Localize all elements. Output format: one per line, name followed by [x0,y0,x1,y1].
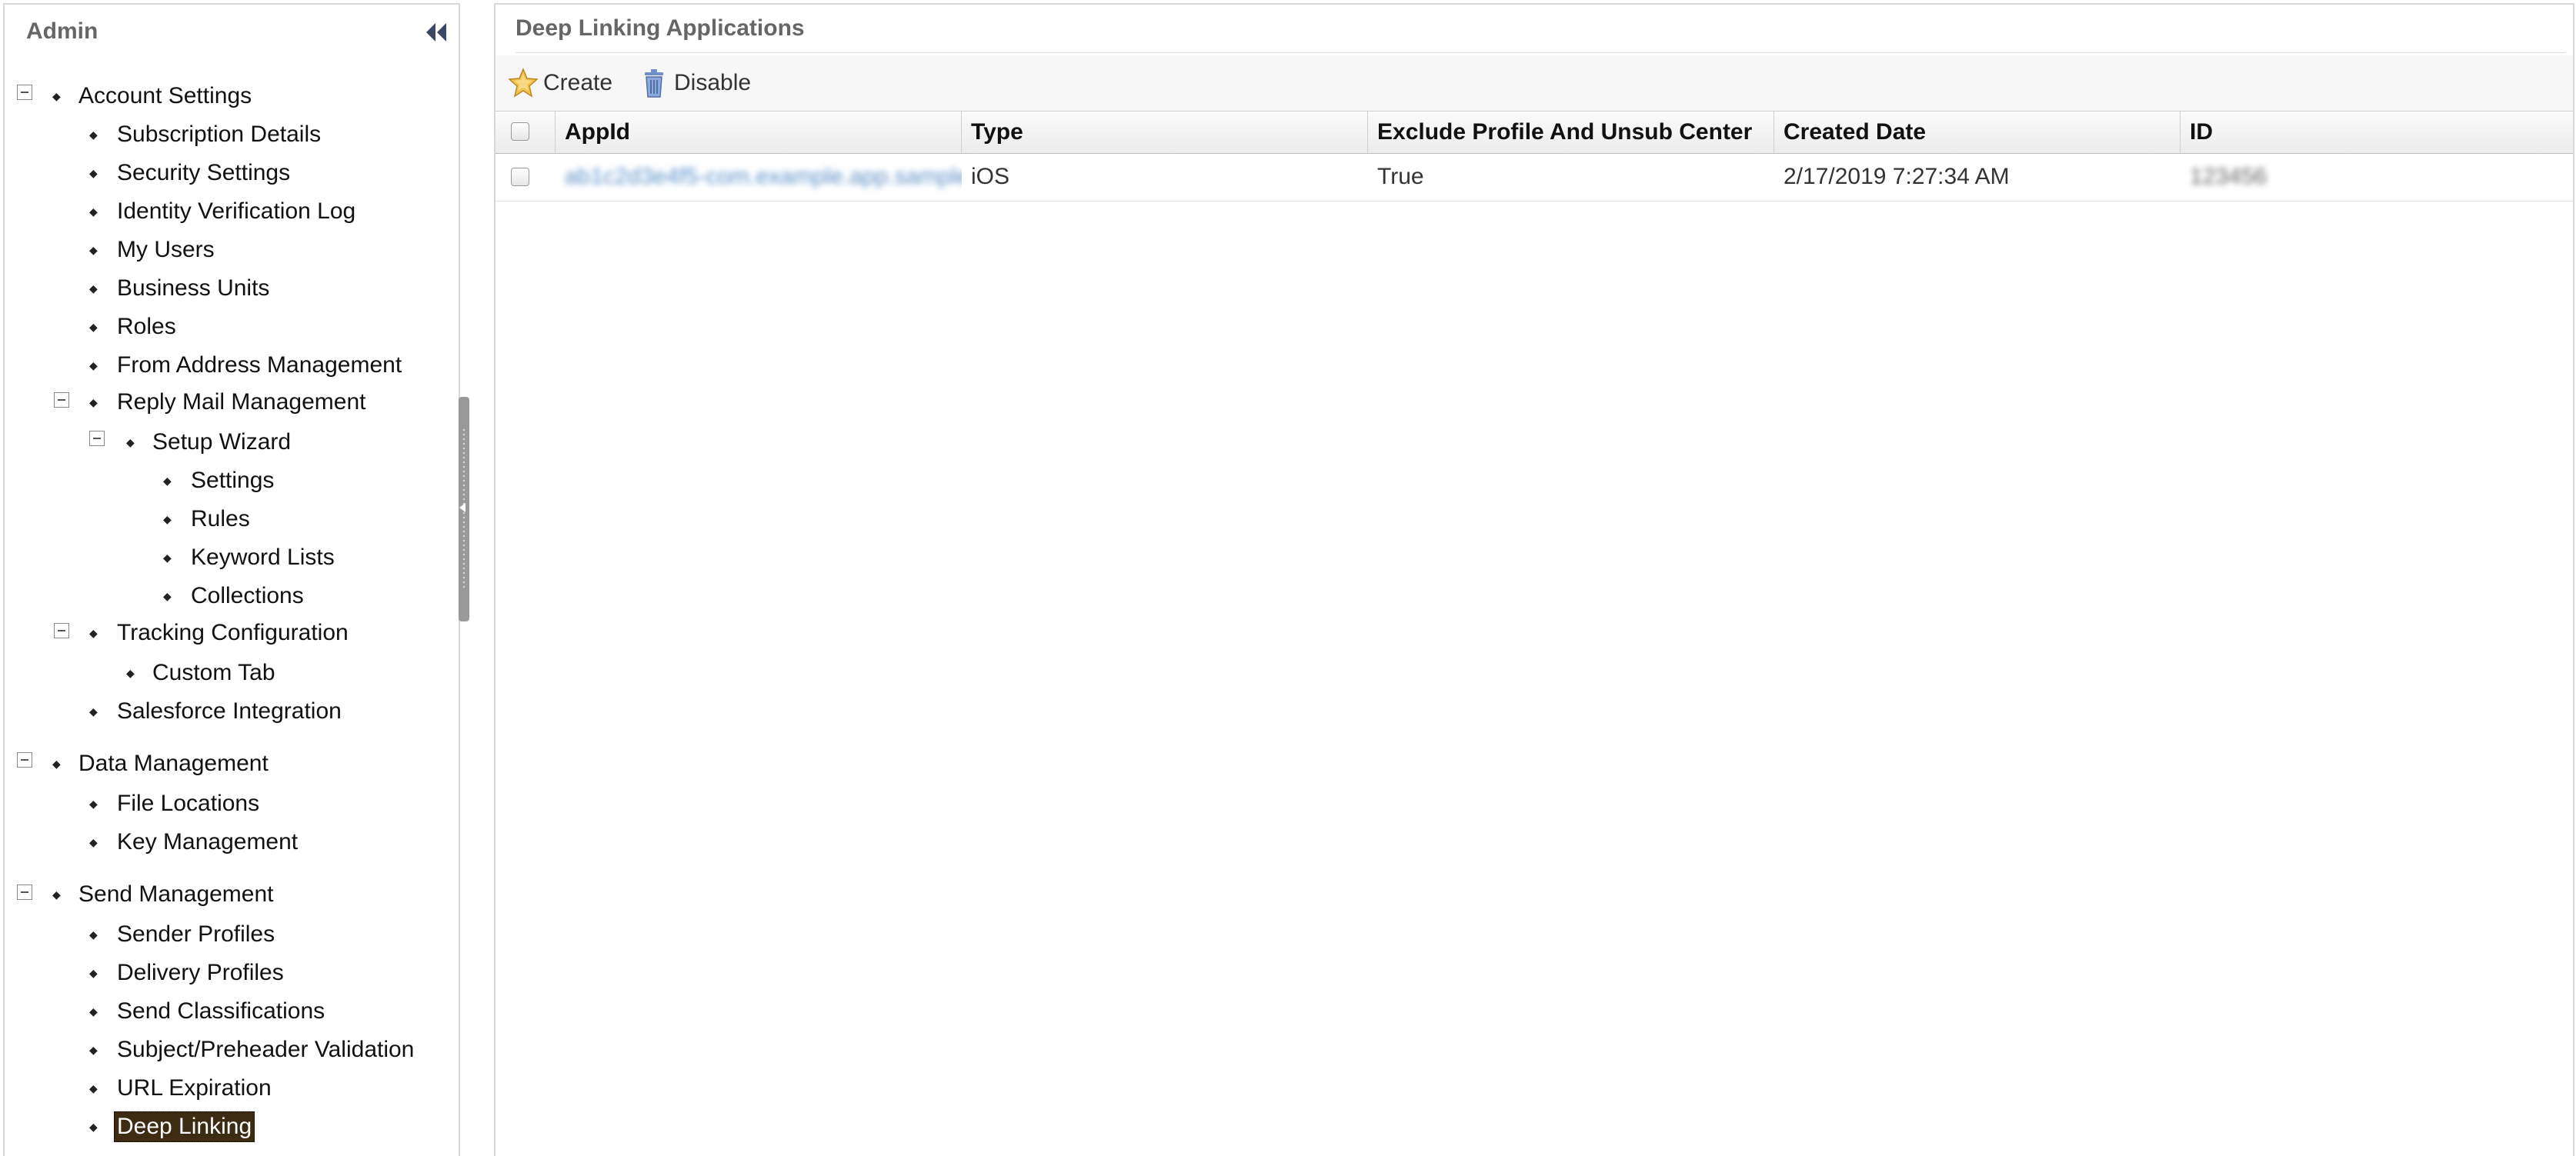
tree-item-label: Business Units [117,275,270,301]
collapse-sidebar-icon[interactable] [422,18,449,46]
tree-item-data-management[interactable]: ◆ Data Management [52,745,269,783]
tree-item-send-classifications[interactable]: ◆ Send Classifications [89,992,325,1031]
tree-item-label: Account Settings [78,83,252,108]
row-checkbox[interactable] [511,168,529,186]
tree-item-subject-preheader-validation[interactable]: ◆ Subject/Preheader Validation [89,1031,414,1069]
page-title: Deep Linking Applications [516,15,805,41]
trash-icon [645,69,663,98]
tree-item-label: Data Management [78,751,269,776]
tree-item-label: Send Classifications [117,998,325,1024]
tree-item-subscription-details[interactable]: ◆ Subscription Details [89,115,321,154]
tree-item-label: Key Management [117,829,299,855]
tree-item-label: Security Settings [117,160,291,185]
tree-item-label: Roles [117,314,176,339]
data-management-collapse-toggle[interactable] [17,752,32,768]
create-button[interactable]: Create [508,66,623,100]
row-select-cell [496,154,556,200]
tree-item-settings[interactable]: ◆ Settings [163,461,274,500]
tree-item-label: Rules [191,506,250,531]
title-divider [516,52,2565,53]
tree-item-delivery-profiles[interactable]: ◆ Delivery Profiles [89,954,284,992]
tree-item-label: Reply Mail Management [117,389,366,415]
tree-item-url-expiration[interactable]: ◆ URL Expiration [89,1069,272,1108]
tree-item-label: Settings [191,468,275,493]
tree-item-identity-verification-log[interactable]: ◆ Identity Verification Log [89,192,355,231]
cell-type: iOS [971,164,1010,189]
column-header-exclude-profile[interactable]: Exclude Profile And Unsub Center [1368,112,1774,153]
create-button-label: Create [543,70,613,95]
send-management-collapse-toggle[interactable] [17,884,32,900]
tree-item-sender-profiles[interactable]: ◆ Sender Profiles [89,915,275,954]
tree-item-label: Identity Verification Log [117,198,356,224]
tree-item-label: Tracking Configuration [117,620,349,645]
tree-item-keyword-lists[interactable]: ◆ Keyword Lists [163,538,335,577]
tree-item-file-locations[interactable]: ◆ File Locations [89,785,259,823]
splitter-collapse-arrow-icon [459,503,465,512]
account-settings-collapse-toggle[interactable] [17,85,32,100]
id-value: 123456 [2190,164,2267,189]
toolbar: Create Disable [496,55,2573,111]
tree-item-send-management[interactable]: ◆ Send Management [52,875,274,914]
tree-item-label-selected: Deep Linking [114,1111,255,1142]
cell-appid[interactable]: ab1c2d3e4f5-com.example.app.sample [556,154,962,200]
tree-item-label: My Users [117,237,215,262]
tree-item-from-address-management[interactable]: ◆ From Address Management [89,346,402,385]
tree-item-salesforce-integration[interactable]: ◆ Salesforce Integration [89,692,342,731]
main-panel: Deep Linking Applications Create Disable [494,3,2574,1156]
disable-button[interactable]: Disable [639,66,762,100]
tree-item-label: Setup Wizard [152,429,292,455]
column-header-id[interactable]: ID [2181,112,2571,153]
tree-item-label: Salesforce Integration [117,698,342,724]
tree-item-label: Sender Profiles [117,921,275,947]
tree-item-label: File Locations [117,791,260,816]
tree-item-label: Collections [191,583,304,608]
create-star-icon [508,68,539,98]
tree-item-label: Subscription Details [117,122,322,147]
tree-item-custom-tab[interactable]: ◆ Custom Tab [126,654,275,692]
tree-item-label: From Address Management [117,352,402,378]
tree-item-rules[interactable]: ◆ Rules [163,500,250,538]
tree-item-reply-mail-management[interactable]: ◆ Reply Mail Management [89,383,365,421]
tree-item-key-management[interactable]: ◆ Key Management [89,823,298,861]
setup-wizard-collapse-toggle[interactable] [89,431,105,446]
tree-item-label: URL Expiration [117,1075,272,1101]
sidebar-header: Admin [5,5,459,55]
tree-item-label: Send Management [78,881,274,907]
disable-button-label: Disable [674,70,752,95]
tree-item-label: Custom Tab [152,660,275,685]
tree-item-business-units[interactable]: ◆ Business Units [89,269,269,308]
table-row[interactable]: ab1c2d3e4f5-com.example.app.sample iOS T… [496,154,2573,202]
column-header-created-date[interactable]: Created Date [1774,112,2181,153]
tree-item-deep-linking[interactable]: ◆ Deep Linking [89,1108,255,1146]
cell-created-date: 2/17/2019 7:27:34 AM [1784,164,2010,189]
tree-item-roles[interactable]: ◆ Roles [89,308,176,346]
sidebar-title: Admin [26,18,98,44]
appid-link[interactable]: ab1c2d3e4f5-com.example.app.sample [565,164,962,189]
column-header-type[interactable]: Type [962,112,1368,153]
admin-sidebar: Admin ◆ Account Settings ◆ Subscription … [3,3,460,1156]
tree-item-security-settings[interactable]: ◆ Security Settings [89,154,290,192]
tree-item-account-settings[interactable]: ◆ Account Settings [52,77,252,115]
cell-id: 123456 [2181,154,2571,200]
tree-item-label: Delivery Profiles [117,960,284,985]
tracking-configuration-collapse-toggle[interactable] [54,623,69,638]
pane-splitter[interactable] [459,397,469,621]
reply-mail-collapse-toggle[interactable] [54,392,69,408]
tree-item-my-users[interactable]: ◆ My Users [89,231,215,269]
tree-item-setup-wizard[interactable]: ◆ Setup Wizard [126,423,291,461]
select-all-checkbox[interactable] [511,122,529,141]
cell-exclude-profile: True [1377,164,1424,189]
column-header-appid[interactable]: AppId [556,112,962,153]
tree-item-label: Keyword Lists [191,545,335,570]
tree-item-label: Subject/Preheader Validation [117,1037,415,1062]
tree-item-collections[interactable]: ◆ Collections [163,577,304,615]
grid-header: AppId Type Exclude Profile And Unsub Cen… [496,111,2573,154]
header-select-all-cell [496,112,556,153]
tree-item-tracking-configuration[interactable]: ◆ Tracking Configuration [89,614,349,652]
